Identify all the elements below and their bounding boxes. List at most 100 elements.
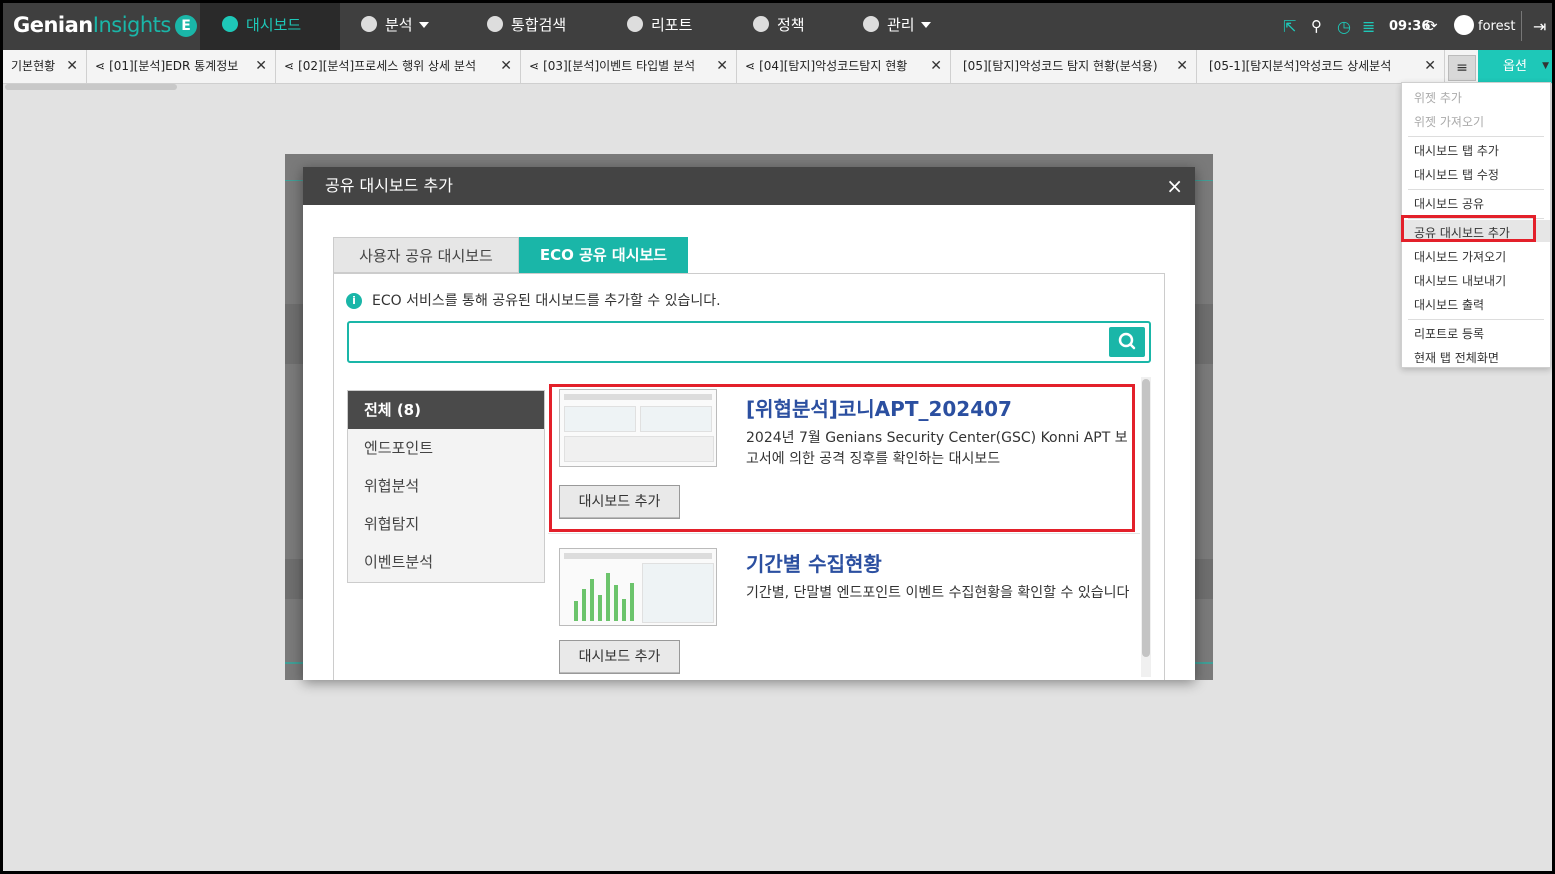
nav-report[interactable]: 리포트 [627,3,692,50]
modal-title: 공유 대시보드 추가 [325,176,453,195]
search-box [347,321,1151,363]
tab-label: 기본현황 [11,59,56,73]
close-icon[interactable]: ✕ [716,50,728,83]
category-event-analysis[interactable]: 이벤트분석 [348,543,544,581]
search-circle-icon [487,16,503,32]
refresh-icon[interactable]: ⟳ [1425,3,1438,50]
logo-text: Genian [13,13,93,37]
nav-integrated-search[interactable]: 통합검색 [487,3,566,50]
logo-badge: E [174,15,197,37]
tab-eco-shared-dashboard[interactable]: ECO 공유 대시보드 [519,237,688,273]
tab-label: [01][분석]EDR 통계정보 [109,59,239,73]
menu-add-widget[interactable]: 위젯 추가 [1414,89,1462,106]
database-icon[interactable]: ≣ [1362,3,1375,50]
menu-share-dashboard[interactable]: 대시보드 공유 [1414,195,1484,212]
close-icon[interactable]: ✕ [500,50,512,83]
nav-admin[interactable]: 관리 [863,3,931,50]
close-icon[interactable]: ✕ [255,50,267,83]
share-icon: ⋖ [284,59,295,73]
menu-register-report[interactable]: 리포트로 등록 [1414,325,1484,342]
menu-divider [1408,136,1544,137]
nav-analysis-label: 분석 [385,16,413,34]
tab-label: [05][탐지]악성코드 탐지 현황(분석용) [963,59,1158,73]
logo-subtext: Insights [92,13,172,37]
tab-label: [03][분석]이벤트 타입별 분석 [543,59,696,73]
category-threat-detection[interactable]: 위협탐지 [348,505,544,543]
nav-dashboard[interactable]: 대시보드 [200,3,340,50]
user-menu[interactable]: forest [1454,3,1515,50]
top-navbar: GenianInsights E 대시보드 분석 통합검색 리포트 정책 관리 ⇱… [3,3,1552,50]
report-icon [627,16,643,32]
info-text: ECO 서비스를 통해 공유된 대시보드를 추가할 수 있습니다. [372,293,721,309]
search-icon[interactable]: ⚲ [1311,3,1322,50]
category-endpoint[interactable]: 엔드포인트 [348,429,544,467]
logout-icon[interactable]: ⇥ [1533,3,1546,50]
menu-print-dashboard[interactable]: 대시보드 출력 [1414,296,1484,313]
menu-edit-dashboard-tab[interactable]: 대시보드 탭 수정 [1414,166,1499,183]
tab-label: [02][분석]프로세스 행위 상세 분석 [298,59,476,73]
menu-import-dashboard[interactable]: 대시보드 가져오기 [1414,248,1506,265]
nav-policy[interactable]: 정책 [753,3,805,50]
category-all[interactable]: 전체 (8) [348,391,544,429]
tab-edr-stats[interactable]: ⋖ [01][분석]EDR 통계정보 ✕ [87,50,276,83]
options-button[interactable]: 옵션 ▼ [1478,50,1552,83]
menu-fullscreen-tab[interactable]: 현재 탭 전체화면 [1414,349,1499,366]
menu-import-widget[interactable]: 위젯 가져오기 [1414,113,1484,130]
dashboard-item-title[interactable]: 기간별 수집현황 [746,548,882,577]
tab-user-shared-dashboard[interactable]: 사용자 공유 대시보드 [333,237,519,273]
tab-label: [05-1][탐지분석]악성코드 상세분석 [1209,59,1392,73]
tab-process-analysis[interactable]: ⋖ [02][분석]프로세스 행위 상세 분석 ✕ [276,50,521,83]
close-icon[interactable]: ✕ [930,50,942,83]
close-icon[interactable]: ✕ [66,50,78,83]
chevron-down-icon [418,22,429,28]
tab-basic-status[interactable]: 기본현황 ✕ [3,50,87,83]
tab-event-type-analysis[interactable]: ⋖ [03][분석]이벤트 타입별 분석 ✕ [521,50,737,83]
nav-policy-label: 정책 [777,16,805,34]
tab-malware-detail[interactable]: [05-1][탐지분석]악성코드 상세분석 ✕ [1197,50,1445,83]
clock-icon[interactable]: ◷ [1337,3,1351,50]
search-icon [1118,332,1136,350]
nav-integrated-search-label: 통합검색 [511,16,567,34]
close-icon[interactable]: ✕ [1424,50,1436,83]
close-icon[interactable]: × [1166,167,1183,205]
search-button[interactable] [1109,327,1145,357]
nav-divider [1521,11,1522,41]
options-button-label: 옵션 [1503,59,1527,74]
info-message: i ECO 서비스를 통해 공유된 대시보드를 추가할 수 있습니다. [346,290,721,310]
tab-scrollbar[interactable] [5,84,177,90]
dashboard-tab-bar: 기본현황 ✕ ⋖ [01][분석]EDR 통계정보 ✕ ⋖ [02][분석]프로세스 행… [3,50,1552,84]
shared-dashboard-modal: 공유 대시보드 추가 × 사용자 공유 대시보드 ECO 공유 대시보드 i EC… [303,167,1195,680]
hamburger-menu-icon[interactable]: ≡ [1448,55,1476,81]
list-scrollbar[interactable] [1141,377,1151,677]
share-icon: ⋖ [529,59,540,73]
policy-icon [753,16,769,32]
nav-admin-label: 관리 [887,16,915,34]
tab-malware-detect[interactable]: ⋖ [04][탐지]악성코드탐지 현황 ✕ [737,50,951,83]
scrollbar-thumb[interactable] [1142,379,1150,657]
dashboard-thumbnail [559,548,717,626]
menu-divider [1408,189,1544,190]
category-threat-analysis[interactable]: 위협분석 [348,467,544,505]
modal-header: 공유 대시보드 추가 × [303,167,1195,205]
tab-malware-detect-analysis[interactable]: [05][탐지]악성코드 탐지 현황(분석용) ✕ [951,50,1197,83]
menu-divider [1408,319,1544,320]
close-icon[interactable]: ✕ [1176,50,1188,83]
pie-icon [222,16,238,32]
avatar-icon [1454,15,1474,35]
tab-label: [04][탐지]악성코드탐지 현황 [759,59,908,73]
category-list: 전체 (8) 엔드포인트 위협분석 위협탐지 이벤트분석 [347,390,545,583]
gear-icon [863,16,879,32]
info-icon: i [346,293,362,309]
app-logo[interactable]: GenianInsights E [13,13,197,37]
menu-add-dashboard-tab[interactable]: 대시보드 탭 추가 [1414,142,1499,159]
add-dashboard-button[interactable]: 대시보드 추가 [559,640,680,674]
nav-analysis[interactable]: 분석 [361,3,429,50]
dashboard-item-desc: 기간별, 단말별 엔드포인트 이벤트 수집현황을 확인할 수 있습니다 [746,585,1130,601]
nav-report-label: 리포트 [651,16,693,34]
external-link-icon[interactable]: ⇱ [1283,3,1296,50]
chevron-down-icon [920,22,931,28]
search-input[interactable] [357,329,1101,357]
nav-dashboard-label: 대시보드 [246,16,302,34]
menu-export-dashboard[interactable]: 대시보드 내보내기 [1414,272,1506,289]
highlight-box [549,384,1135,532]
